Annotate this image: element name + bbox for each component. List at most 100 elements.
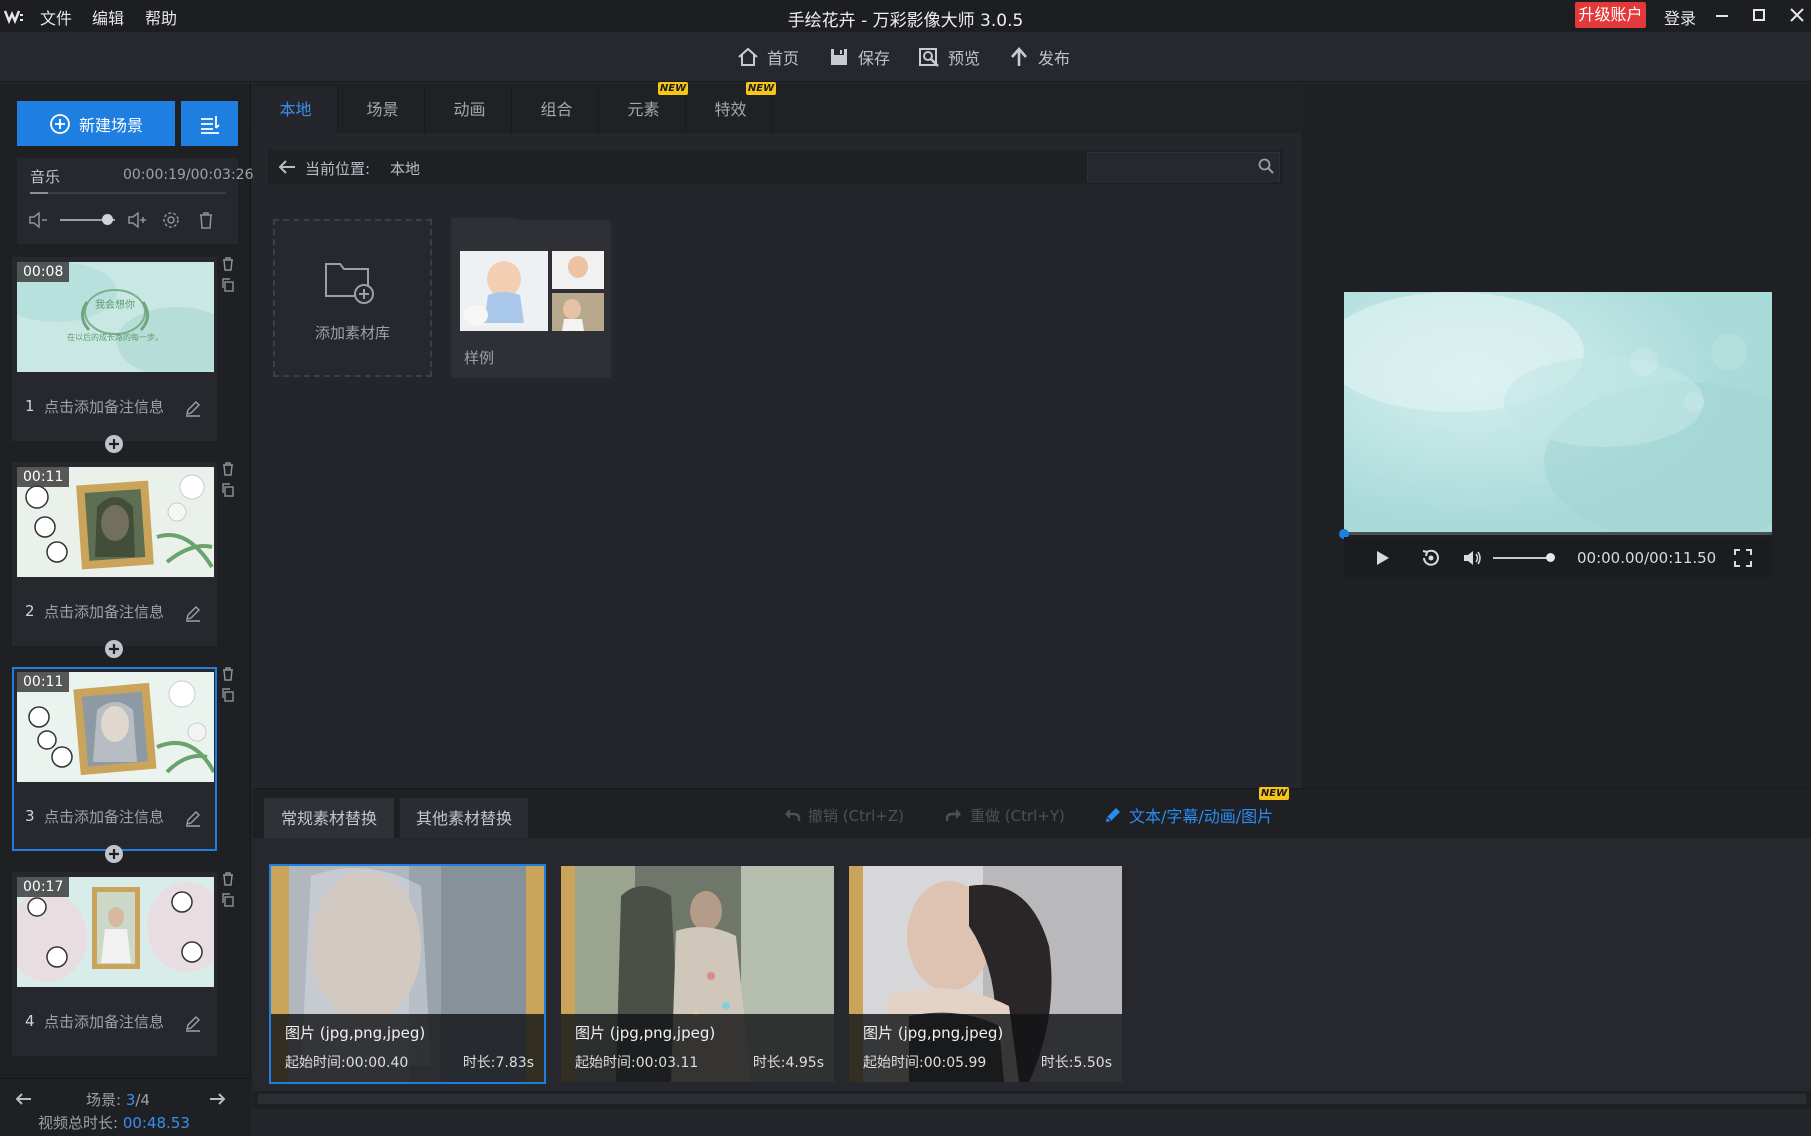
undo-button[interactable]: 撤销 (Ctrl+Z) <box>782 803 904 827</box>
music-settings-icon[interactable] <box>160 209 182 231</box>
minimize-icon[interactable] <box>1711 4 1733 26</box>
scene-duration-badge: 00:08 <box>17 262 70 282</box>
copy-scene-icon[interactable] <box>220 277 236 293</box>
edit-pencil-icon[interactable] <box>184 1014 202 1032</box>
total-duration-label: 视频总时长: <box>38 1114 123 1132</box>
music-label: 音乐 <box>30 168 61 186</box>
replace-item-start: 起始时间:00:03.11 <box>575 1055 699 1071</box>
save-button[interactable]: 保存 <box>828 44 890 70</box>
music-delete-icon[interactable] <box>195 209 217 231</box>
copy-scene-icon[interactable] <box>220 892 236 908</box>
scene-note[interactable]: 点击添加备注信息 <box>44 601 164 622</box>
delete-scene-icon[interactable] <box>220 666 236 682</box>
edit-pencil-icon[interactable] <box>184 809 202 827</box>
fullscreen-icon[interactable] <box>1732 547 1754 569</box>
window-title: 手绘花卉 - 万彩影像大师 3.0.5 <box>787 11 1024 31</box>
new-scene-button[interactable]: 新建场景 <box>17 101 175 146</box>
add-scene-icon[interactable] <box>104 639 124 659</box>
replace-item-title: 图片 (jpg,png,jpeg) <box>575 1024 716 1042</box>
add-scene-icon[interactable] <box>104 434 124 454</box>
scene-note[interactable]: 点击添加备注信息 <box>44 806 164 827</box>
home-label: 首页 <box>767 49 800 68</box>
scene-list-button[interactable] <box>181 101 238 146</box>
preview-button[interactable]: 预览 <box>918 44 980 70</box>
music-time: 00:00:19/00:03:26 <box>123 167 254 183</box>
preview-progress-bar[interactable] <box>1344 532 1772 535</box>
preview-time: 00:00.00/00:11.50 <box>1577 549 1717 567</box>
tab-scene[interactable]: 场景 <box>341 87 425 133</box>
add-library-label: 添加素材库 <box>314 324 390 342</box>
preview-icon <box>918 46 940 68</box>
scene-total: /4 <box>135 1091 150 1109</box>
new-scene-label: 新建场景 <box>78 115 143 135</box>
music-progress-bar[interactable] <box>30 192 226 194</box>
horizontal-scrollbar-thumb[interactable] <box>258 1094 1806 1104</box>
scene-duration-badge: 00:11 <box>17 467 70 487</box>
text-link-label: 文本/字幕/动画/图片 <box>1129 807 1274 826</box>
replace-item-2[interactable]: 图片 (jpg,png,jpeg) 起始时间:00:03.11 时长:4.95s <box>561 866 834 1082</box>
play-icon[interactable] <box>1371 547 1393 569</box>
previous-scene-arrow-icon[interactable] <box>14 1089 34 1109</box>
main-toolbar <box>0 32 1811 82</box>
path-label: 当前位置: <box>305 160 371 178</box>
scene-note[interactable]: 点击添加备注信息 <box>44 1011 164 1032</box>
replay-icon[interactable] <box>1420 547 1442 569</box>
sample-folder-thumbnails <box>460 251 604 331</box>
home-icon <box>737 46 759 68</box>
undo-label: 撤销 (Ctrl+Z) <box>808 806 905 825</box>
copy-scene-icon[interactable] <box>220 482 236 498</box>
preview-volume-knob[interactable] <box>1546 553 1555 562</box>
delete-scene-icon[interactable] <box>220 871 236 887</box>
scene-note[interactable]: 点击添加备注信息 <box>44 396 164 417</box>
preview-volume-slider[interactable] <box>1493 557 1553 559</box>
replace-item-duration: 时长:7.83s <box>462 1055 534 1071</box>
publish-button[interactable]: 发布 <box>1008 44 1070 70</box>
search-icon[interactable] <box>1257 157 1275 175</box>
folder-add-icon <box>322 256 378 306</box>
login-link[interactable]: 登录 <box>1664 5 1696 29</box>
volume-icon[interactable] <box>1461 547 1483 569</box>
redo-label: 重做 (Ctrl+Y) <box>970 806 1065 825</box>
delete-scene-icon[interactable] <box>220 461 236 477</box>
replace-item-info: 图片 (jpg,png,jpeg) 起始时间:00:05.99 时长:5.50s <box>849 1014 1122 1082</box>
path-value[interactable]: 本地 <box>390 158 420 179</box>
scene-card-3[interactable]: 00:11 3 点击添加备注信息 <box>12 667 217 851</box>
music-volume-knob[interactable] <box>102 214 113 225</box>
upgrade-account-button[interactable]: 升级账户 <box>1575 2 1646 28</box>
home-button[interactable]: 首页 <box>737 44 799 70</box>
scene-card-4[interactable]: 00:17 4 点击添加备注信息 <box>12 872 217 1056</box>
save-label: 保存 <box>858 49 891 68</box>
text-subtitle-animation-image-link[interactable]: 文本/字幕/动画/图片 <box>1103 803 1273 827</box>
scene-number: 2 <box>25 602 35 620</box>
new-badge: NEW <box>746 82 776 95</box>
tab-local[interactable]: 本地 <box>254 87 338 133</box>
close-icon[interactable] <box>1786 4 1808 26</box>
search-input[interactable] <box>1087 152 1280 182</box>
upload-icon <box>1008 46 1030 68</box>
edit-pencil-icon[interactable] <box>184 399 202 417</box>
add-scene-icon[interactable] <box>104 844 124 864</box>
save-icon <box>828 46 850 68</box>
maximize-icon[interactable] <box>1748 4 1770 26</box>
delete-scene-icon[interactable] <box>220 256 236 272</box>
edit-pencil-icon[interactable] <box>184 604 202 622</box>
replace-item-title: 图片 (jpg,png,jpeg) <box>285 1024 426 1042</box>
tab-regular-replace[interactable]: 常规素材替换 <box>264 798 394 840</box>
scene-counter-label: 场景: <box>86 1091 126 1109</box>
tab-combination[interactable]: 组合 <box>515 87 599 133</box>
tab-animation[interactable]: 动画 <box>428 87 512 133</box>
scene-card-1[interactable]: 我会想你 在以后的成长路的每一步。 00:08 1 点击添加备注信息 <box>12 257 217 441</box>
copy-scene-icon[interactable] <box>220 687 236 703</box>
volume-down-icon[interactable] <box>27 209 49 231</box>
tab-other-replace[interactable]: 其他素材替换 <box>400 798 528 840</box>
back-arrow-icon[interactable] <box>276 156 298 178</box>
next-scene-arrow-icon[interactable] <box>207 1089 227 1109</box>
total-duration: 视频总时长: 00:48.53 <box>38 1112 190 1133</box>
replace-item-1[interactable]: 图片 (jpg,png,jpeg) 起始时间:00:00.40 时长:7.83s <box>269 864 546 1084</box>
volume-up-icon[interactable] <box>126 209 148 231</box>
redo-button[interactable]: 重做 (Ctrl+Y) <box>944 803 1065 827</box>
replace-item-3[interactable]: 图片 (jpg,png,jpeg) 起始时间:00:05.99 时长:5.50s <box>849 866 1122 1082</box>
total-duration-value: 00:48.53 <box>122 1114 190 1132</box>
replace-item-start: 起始时间:00:05.99 <box>863 1055 987 1071</box>
scene-card-2[interactable]: 00:11 2 点击添加备注信息 <box>12 462 217 646</box>
